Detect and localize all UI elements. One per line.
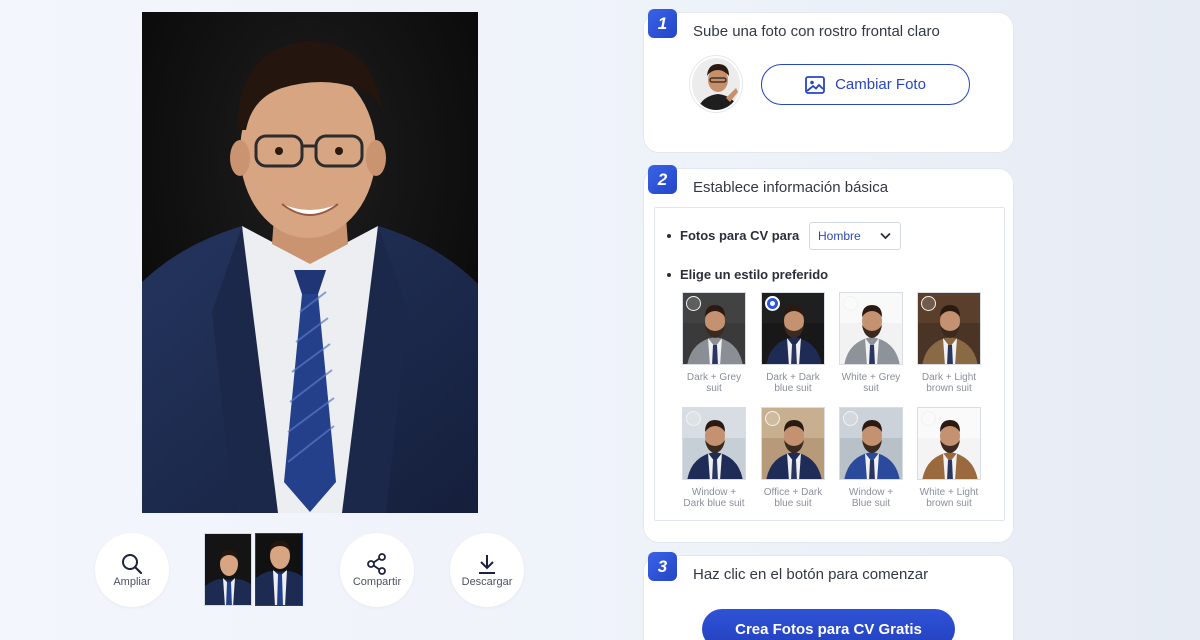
style-preview-image: [839, 407, 903, 480]
result-thumbnail-selected[interactable]: [255, 533, 303, 606]
share-label: Compartir: [352, 575, 402, 588]
style-radio[interactable]: [921, 411, 936, 426]
style-option[interactable]: White + Grey suit: [839, 292, 903, 394]
style-radio[interactable]: [765, 411, 780, 426]
gender-label: Fotos para CV para: [680, 228, 800, 243]
step-number-badge: 2: [648, 165, 677, 194]
zoom-button[interactable]: Ampliar: [95, 533, 169, 607]
style-option-label: Dark + Grey suit: [686, 372, 742, 394]
style-radio[interactable]: [921, 296, 936, 311]
share-button[interactable]: Compartir: [340, 533, 414, 607]
main-photo-preview: [142, 12, 478, 513]
result-thumbnail[interactable]: [204, 533, 252, 606]
change-photo-button[interactable]: Cambiar Foto: [761, 64, 970, 105]
gender-select[interactable]: Hombre: [809, 222, 901, 250]
style-option-label: White + Grey suit: [841, 372, 901, 394]
style-preview-image: [839, 292, 903, 365]
chevron-down-icon: [880, 232, 891, 240]
bullet-dot: [667, 233, 671, 238]
step-1-title: Sube una foto con rostro frontal claro: [693, 23, 940, 40]
change-photo-label: Cambiar Foto: [835, 76, 926, 93]
style-option[interactable]: Office + Dark blue suit: [761, 407, 825, 509]
style-radio[interactable]: [843, 411, 858, 426]
gender-row: Fotos para CV para: [667, 228, 799, 243]
style-option[interactable]: White + Light brown suit: [917, 407, 981, 509]
style-preview-image: [682, 292, 746, 365]
style-option[interactable]: Dark + Dark blue suit: [761, 292, 825, 394]
search-icon: [122, 553, 143, 574]
step-3-card: 3 Haz clic en el botón para comenzar Cre…: [643, 552, 1014, 640]
style-preview-image: [917, 407, 981, 480]
download-icon: [479, 554, 495, 574]
style-option[interactable]: Window + Dark blue suit: [682, 407, 746, 509]
style-radio[interactable]: [765, 296, 780, 311]
create-photos-button[interactable]: Crea Fotos para CV Gratis: [702, 609, 955, 640]
style-preview-image: [682, 407, 746, 480]
step-1-card: 1 Sube una foto con rostro frontal claro…: [643, 9, 1014, 153]
share-icon: [367, 552, 386, 575]
style-option-label: Office + Dark blue suit: [763, 487, 823, 509]
style-preview-image: [761, 407, 825, 480]
style-option-label: Dark + Dark blue suit: [766, 372, 820, 394]
style-option-label: Window + Blue suit: [848, 487, 894, 509]
zoom-label: Ampliar: [113, 575, 151, 588]
basic-info-panel: Fotos para CV para Hombre Elige un estil…: [654, 207, 1005, 521]
style-option[interactable]: Window + Blue suit: [839, 407, 903, 509]
style-preview-image: [761, 292, 825, 365]
style-radio[interactable]: [843, 296, 858, 311]
step-2-card: 2 Establece información básica Fotos par…: [643, 165, 1014, 543]
style-option[interactable]: Dark + Grey suit: [682, 292, 746, 394]
style-row: Elige un estilo preferido: [667, 267, 828, 282]
step-number-badge: 1: [648, 9, 677, 38]
style-option-label: White + Light brown suit: [919, 487, 979, 509]
style-option-label: Dark + Light brown suit: [921, 372, 977, 394]
style-radio[interactable]: [686, 296, 701, 311]
gender-select-value: Hombre: [818, 229, 861, 243]
download-label: Descargar: [461, 575, 513, 588]
style-label: Elige un estilo preferido: [680, 267, 829, 282]
download-button[interactable]: Descargar: [450, 533, 524, 607]
step-number-badge: 3: [648, 552, 677, 581]
style-radio[interactable]: [686, 411, 701, 426]
step-2-title: Establece información básica: [693, 179, 889, 196]
step-3-title: Haz clic en el botón para comenzar: [693, 566, 929, 583]
style-option-label: Window + Dark blue suit: [683, 487, 745, 509]
style-option[interactable]: Dark + Light brown suit: [917, 292, 981, 394]
style-preview-image: [917, 292, 981, 365]
bullet-dot: [667, 272, 671, 277]
image-icon: [805, 75, 825, 94]
uploaded-photo-avatar: [690, 56, 742, 112]
